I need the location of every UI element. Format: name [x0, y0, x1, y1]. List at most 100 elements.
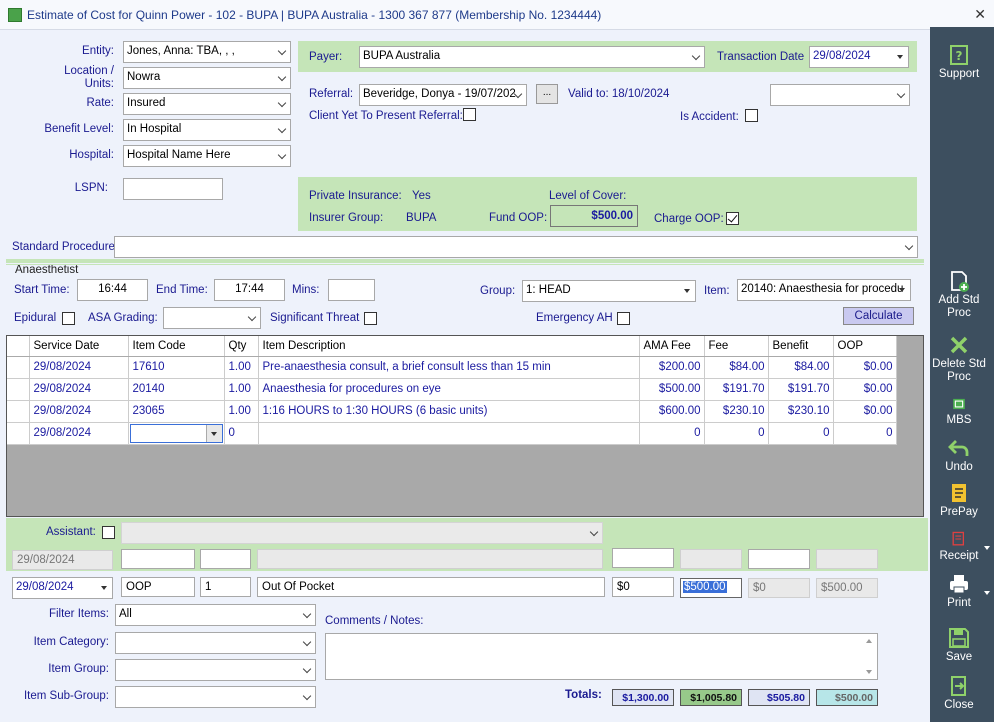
mbs-button[interactable]: MBS [930, 396, 988, 427]
table-row[interactable]: 29/08/2024 17610 1.00 Pre-anaesthesia co… [7, 356, 897, 379]
scroll-down-icon[interactable] [866, 670, 872, 674]
oop-qty[interactable]: 1 [200, 577, 251, 597]
table-row[interactable]: 29/08/2024 23065 1.00 1:16 HOURS to 1:30… [7, 400, 897, 423]
cell-fee[interactable]: $191.70 [704, 378, 769, 401]
location-dropdown[interactable]: Nowra [123, 67, 291, 89]
epidural-checkbox[interactable] [62, 312, 75, 325]
assistant-code[interactable] [121, 549, 195, 569]
mins-input[interactable] [328, 279, 375, 301]
assistant-dropdown[interactable] [121, 522, 603, 544]
lspn-input[interactable] [123, 178, 223, 200]
row-header[interactable] [7, 356, 30, 379]
oop-fee-selected[interactable]: $500.00 [683, 581, 727, 593]
emergency-ah-checkbox[interactable] [617, 312, 630, 325]
save-button[interactable]: Save [930, 627, 988, 664]
cell-ama-fee[interactable]: 0 [639, 422, 705, 445]
col-fee[interactable]: Fee [704, 336, 769, 357]
table-row[interactable]: 29/08/2024 20140 1.00 Anaesthesia for pr… [7, 378, 897, 401]
cell-oop[interactable]: $0.00 [833, 400, 897, 423]
cell-service-date[interactable]: 29/08/2024 [29, 400, 129, 423]
cell-ama-fee[interactable]: $200.00 [639, 356, 705, 379]
support-button[interactable]: ? Support [930, 44, 988, 81]
delete-std-proc-button[interactable]: Delete Std Proc [930, 334, 988, 384]
group-dropdown[interactable]: 1: HEAD [522, 280, 696, 302]
cell-ama-fee[interactable]: $600.00 [639, 400, 705, 423]
asa-grading-dropdown[interactable] [163, 307, 261, 329]
cell-item-description[interactable] [258, 422, 640, 445]
cell-oop[interactable]: $0.00 [833, 356, 897, 379]
filter-items-dropdown[interactable]: All [115, 604, 316, 626]
item-subgroup-dropdown[interactable] [115, 686, 316, 708]
col-qty[interactable]: Qty [224, 336, 259, 357]
cell-item-code[interactable]: 23065 [128, 400, 225, 423]
end-time-input[interactable]: 17:44 [214, 279, 285, 301]
comments-textarea[interactable] [325, 633, 878, 680]
cell-qty[interactable]: 1.00 [224, 378, 259, 401]
cell-benefit[interactable]: 0 [768, 422, 834, 445]
cell-item-code-editor[interactable] [128, 422, 225, 445]
assistant-benefit[interactable] [748, 549, 810, 569]
col-benefit[interactable]: Benefit [768, 336, 834, 357]
close-button[interactable]: Close [930, 675, 988, 712]
oop-date-picker[interactable]: 29/08/2024 [12, 577, 113, 599]
yet-to-present-checkbox[interactable] [463, 108, 476, 121]
significant-threat-checkbox[interactable] [364, 312, 377, 325]
cell-qty[interactable]: 0 [224, 422, 259, 445]
row-header[interactable] [7, 378, 30, 401]
item-code-dropdown[interactable] [129, 423, 223, 443]
cell-qty[interactable]: 1.00 [224, 400, 259, 423]
col-service-date[interactable]: Service Date [29, 336, 129, 357]
cell-service-date[interactable]: 29/08/2024 [29, 378, 129, 401]
cell-ama-fee[interactable]: $500.00 [639, 378, 705, 401]
print-button[interactable]: Print [930, 573, 990, 610]
close-icon[interactable]: ✕ [974, 6, 986, 23]
is-accident-checkbox[interactable] [745, 109, 758, 122]
cell-fee[interactable]: 0 [704, 422, 769, 445]
cell-item-description[interactable]: Anaesthesia for procedures on eye [258, 378, 640, 401]
transaction-date-picker[interactable]: 29/08/2024 [809, 46, 909, 68]
cell-qty[interactable]: 1.00 [224, 356, 259, 379]
assistant-qty[interactable] [200, 549, 251, 569]
cell-fee[interactable]: $84.00 [704, 356, 769, 379]
row-header[interactable] [7, 400, 30, 423]
item-group-dropdown[interactable] [115, 659, 316, 681]
payer-dropdown[interactable]: BUPA Australia [359, 46, 705, 68]
scroll-up-icon[interactable] [866, 639, 872, 643]
benefit-level-dropdown[interactable]: In Hospital [123, 119, 291, 141]
col-item-description[interactable]: Item Description [258, 336, 640, 357]
receipt-button[interactable]: Receipt [930, 530, 990, 563]
oop-fee[interactable]: $500.00 [680, 578, 742, 598]
rate-dropdown[interactable]: Insured [123, 93, 291, 115]
col-ama-fee[interactable]: AMA Fee [639, 336, 705, 357]
entity-dropdown[interactable]: Jones, Anna: TBA, , , [123, 41, 291, 63]
cell-benefit[interactable]: $84.00 [768, 356, 834, 379]
cell-item-code[interactable]: 17610 [128, 356, 225, 379]
cell-service-date[interactable]: 29/08/2024 [29, 356, 129, 379]
cell-item-code[interactable]: 20140 [128, 378, 225, 401]
charge-oop-checkbox[interactable] [726, 212, 739, 225]
cell-service-date[interactable]: 29/08/2024 [29, 422, 129, 445]
assistant-ama[interactable] [612, 548, 674, 568]
undo-button[interactable]: Undo [930, 437, 988, 474]
assistant-checkbox[interactable] [102, 526, 115, 539]
add-std-proc-button[interactable]: Add Std Proc [930, 270, 988, 320]
cell-item-description[interactable]: 1:16 HOURS to 1:30 HOURS (6 basic units) [258, 400, 640, 423]
new-table-row[interactable]: 29/08/2024 0 0 0 0 0 [7, 422, 897, 445]
start-time-input[interactable]: 16:44 [77, 279, 148, 301]
col-oop[interactable]: OOP [833, 336, 897, 357]
receipt-dropdown-icon[interactable] [984, 546, 990, 550]
item-dropdown[interactable]: 20140: Anaesthesia for procedu [737, 279, 911, 301]
print-dropdown-icon[interactable] [984, 591, 990, 595]
hospital-dropdown[interactable]: Hospital Name Here [123, 145, 291, 167]
col-item-code[interactable]: Item Code [128, 336, 225, 357]
cell-benefit[interactable]: $230.10 [768, 400, 834, 423]
extra-dropdown[interactable] [770, 84, 910, 106]
item-category-dropdown[interactable] [115, 632, 316, 654]
prepay-button[interactable]: PrePay [930, 482, 988, 519]
cell-benefit[interactable]: $191.70 [768, 378, 834, 401]
standard-procedure-dropdown[interactable] [114, 236, 918, 258]
referral-dropdown[interactable]: Beveridge, Donya - 19/07/202 [359, 84, 527, 106]
cell-fee[interactable]: $230.10 [704, 400, 769, 423]
oop-ama[interactable]: $0 [612, 577, 674, 597]
calculate-button[interactable]: Calculate [843, 307, 914, 325]
